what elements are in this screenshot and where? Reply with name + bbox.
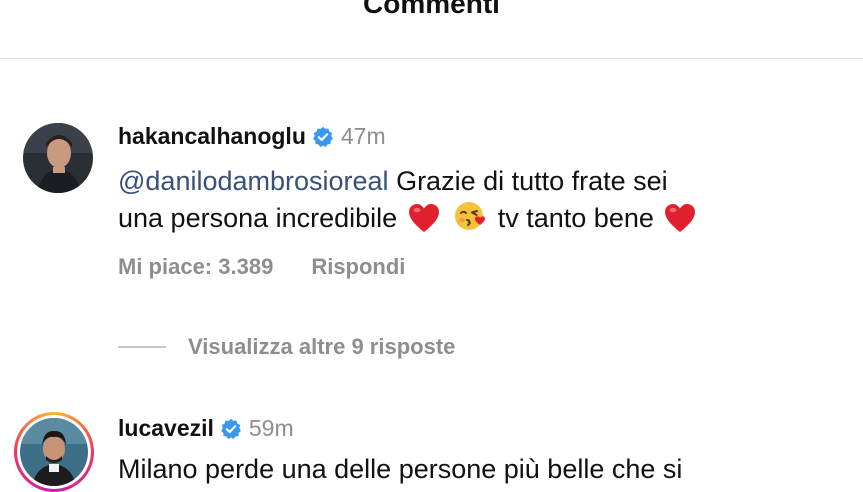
username[interactable]: lucavezil [118, 415, 214, 442]
verified-badge-icon [220, 418, 242, 440]
username[interactable]: hakancalhanoglu [118, 123, 306, 150]
comment-text: @danilodambrosioreal Grazie di tutto fra… [118, 164, 818, 242]
verified-badge-icon [312, 126, 334, 148]
comment-text-part: una persona incredibile [118, 203, 398, 233]
face-blowing-kiss-emoji [453, 199, 487, 242]
comment-user-line: hakancalhanoglu 47m [118, 123, 386, 150]
avatar[interactable] [23, 123, 93, 193]
header-title: Commenti [363, 0, 500, 19]
avatar [20, 418, 88, 486]
comments-header: Commenti [0, 0, 863, 59]
comment-text-part: tv tanto bene [497, 203, 654, 233]
comment-text-part: Milano perde una delle persone più belle… [118, 454, 683, 484]
comment-time: 59m [248, 415, 294, 441]
reply-button[interactable]: Rispondi [311, 254, 405, 280]
avatar-photo [20, 418, 88, 486]
comment-time: 47m [340, 123, 386, 149]
view-replies-label: Visualizza altre 9 risposte [188, 334, 456, 359]
comment-actions: Mi piace: 3.389 Rispondi [118, 254, 405, 280]
replies-divider-line [118, 346, 166, 348]
red-heart-emoji [664, 203, 696, 242]
story-ring[interactable] [14, 412, 94, 492]
mention-link[interactable]: @danilodambrosioreal [118, 166, 389, 196]
view-replies-button[interactable]: Visualizza altre 9 risposte [118, 334, 455, 360]
avatar-photo [23, 123, 93, 193]
comment-user-line: lucavezil 59m [118, 415, 294, 442]
comment-text-part: Grazie di tutto frate sei [388, 166, 668, 196]
likes-count[interactable]: Mi piace: 3.389 [118, 254, 273, 280]
red-heart-emoji [408, 203, 440, 242]
comment-text: Milano perde una delle persone più belle… [118, 452, 818, 487]
